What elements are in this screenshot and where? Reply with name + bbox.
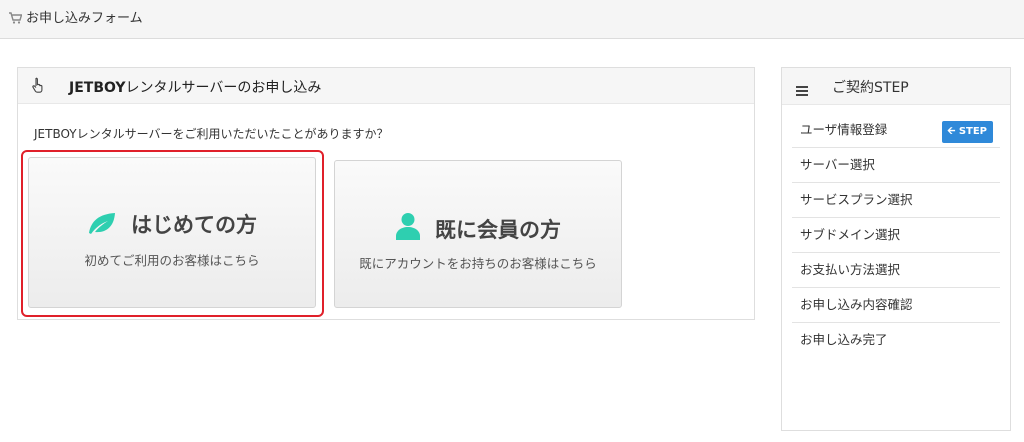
list-icon bbox=[796, 81, 808, 100]
panel-title-text: レンタルサーバーのお申し込み bbox=[125, 80, 322, 96]
step-label: サブドメイン選択 bbox=[800, 227, 901, 242]
step-item: お支払い方法選択 bbox=[792, 253, 1000, 288]
first-time-title: はじめての方 bbox=[29, 209, 315, 240]
current-step-badge: 🡨 STEP bbox=[942, 121, 993, 143]
steps-list: ユーザ情報登録 🡨 STEP サーバー選択 サービスプラン選択 サブドメイン選択… bbox=[782, 113, 1010, 357]
step-label: サーバー選択 bbox=[800, 157, 875, 172]
question-text: JETBOYレンタルサーバーをご利用いただいたことがありますか？ bbox=[34, 127, 389, 141]
existing-member-label: 既に会員の方 bbox=[435, 218, 561, 242]
step-label: ユーザ情報登録 bbox=[800, 122, 888, 137]
steps-title: ご契約STEP bbox=[832, 80, 909, 96]
step-item: サブドメイン選択 bbox=[792, 218, 1000, 253]
panel-title-brand: JETBOY bbox=[69, 80, 126, 96]
leaf-icon bbox=[87, 211, 117, 240]
step-label: お支払い方法選択 bbox=[800, 262, 901, 277]
cart-icon bbox=[9, 9, 23, 28]
panel-header: JETBOYレンタルサーバーのお申し込み bbox=[18, 68, 754, 104]
top-bar: お申し込みフォーム bbox=[0, 0, 1024, 39]
step-label: サービスプラン選択 bbox=[800, 192, 913, 207]
step-item: ユーザ情報登録 🡨 STEP bbox=[792, 113, 1000, 148]
current-step-badge-text: STEP bbox=[958, 126, 987, 137]
page-title: お申し込みフォーム bbox=[26, 11, 143, 26]
hand-pointer-icon bbox=[31, 77, 45, 97]
steps-header: ご契約STEP bbox=[782, 68, 1010, 105]
first-time-button[interactable]: はじめての方 初めてご利用のお客様はこちら bbox=[28, 157, 316, 308]
existing-member-title: 既に会員の方 bbox=[335, 212, 621, 245]
step-item: サービスプラン選択 bbox=[792, 183, 1000, 218]
existing-member-subtitle: 既にアカウントをお持ちのお客様はこちら bbox=[359, 256, 597, 271]
panel-title: JETBOYレンタルサーバーのお申し込み bbox=[69, 77, 321, 97]
steps-panel: ご契約STEP ユーザ情報登録 🡨 STEP サーバー選択 サービスプラン選択 … bbox=[781, 67, 1011, 431]
user-icon bbox=[395, 212, 421, 245]
existing-member-button[interactable]: 既に会員の方 既にアカウントをお持ちのお客様はこちら bbox=[334, 160, 622, 308]
step-item: お申し込み内容確認 bbox=[792, 288, 1000, 323]
step-label: お申し込み内容確認 bbox=[800, 297, 913, 312]
step-label: お申し込み完了 bbox=[800, 332, 888, 347]
first-time-subtitle: 初めてご利用のお客様はこちら bbox=[84, 253, 260, 268]
first-time-label: はじめての方 bbox=[131, 213, 257, 237]
arrow-left-icon: 🡨 bbox=[947, 126, 959, 137]
step-item: お申し込み完了 bbox=[792, 323, 1000, 357]
step-item: サーバー選択 bbox=[792, 148, 1000, 183]
